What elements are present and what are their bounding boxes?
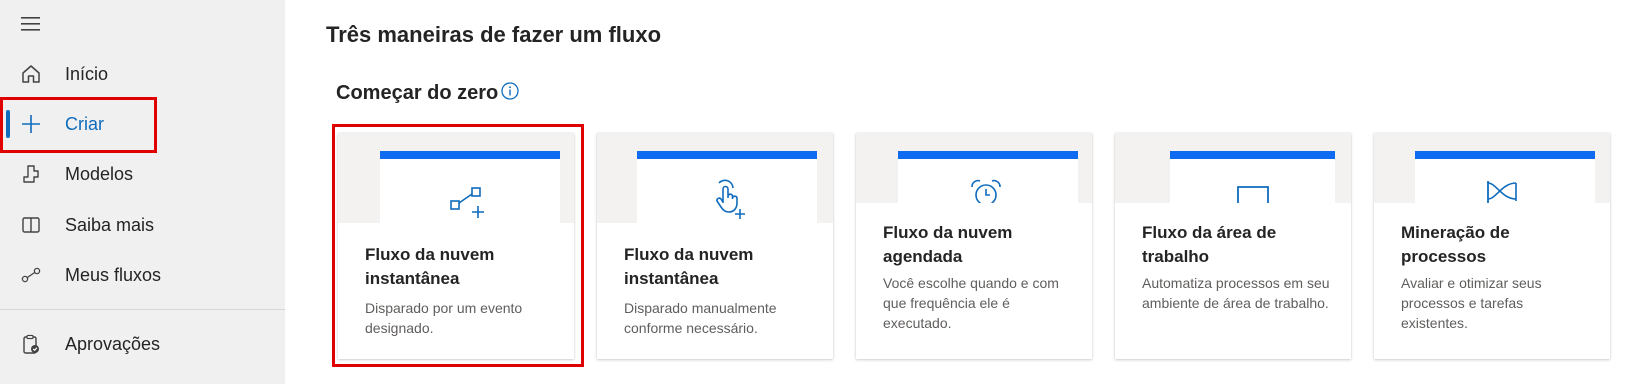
sidebar-item-inicio[interactable]: Início	[0, 52, 285, 96]
section-title: Começar do zero	[336, 82, 499, 104]
sidebar-item-label: Meus fluxos	[65, 264, 162, 285]
card-hero	[338, 133, 574, 351]
home-icon	[20, 63, 42, 85]
card-hero	[856, 133, 1092, 351]
process-mining-icon	[1484, 179, 1520, 203]
highlight-box	[0, 97, 157, 153]
card-description: Você escolhe quando e com que frequência…	[883, 275, 1059, 331]
sidebar-item-label: Início	[65, 63, 109, 84]
sidebar-item-modelos[interactable]: Modelos	[0, 152, 285, 196]
card-title: Fluxo da nuvem instantânea	[365, 245, 495, 288]
card-hero	[1115, 133, 1351, 351]
card-description: Disparado por um evento designado.	[365, 300, 523, 336]
templates-icon	[20, 163, 42, 185]
approvals-icon	[20, 333, 42, 355]
card-description: Disparado manualmente conforme necessári…	[624, 300, 777, 336]
alarm-clock-icon	[968, 179, 1004, 203]
card-title: Fluxo da área de trabalho	[1142, 223, 1277, 266]
sidebar: Início Criar Modelos Saiba mais Meus flu…	[0, 0, 285, 384]
page-title: Três maneiras de fazer um fluxo	[326, 22, 662, 47]
book-icon	[20, 214, 42, 236]
info-icon[interactable]	[500, 81, 520, 101]
hamburger-menu-icon[interactable]	[20, 14, 44, 34]
card-scheduled-cloud-flow[interactable]: Fluxo da nuvem agendada Você escolhe qua…	[856, 133, 1092, 359]
sidebar-item-meus-fluxos[interactable]: Meus fluxos	[0, 253, 285, 297]
flows-icon	[20, 264, 42, 286]
desktop-icon	[1236, 185, 1270, 203]
sidebar-item-saiba-mais[interactable]: Saiba mais	[0, 203, 285, 247]
card-instant-cloud-flow-manual[interactable]: Fluxo da nuvem instantânea Disparado man…	[597, 133, 833, 359]
card-hero	[597, 133, 833, 351]
sidebar-item-aprovacoes[interactable]: Aprovações	[0, 322, 285, 366]
card-desktop-flow[interactable]: Fluxo da área de trabalho Automatiza pro…	[1115, 133, 1351, 359]
card-title: Mineração de processos	[1401, 223, 1510, 266]
sidebar-item-label: Modelos	[65, 163, 134, 184]
touch-hand-icon	[707, 179, 747, 219]
card-hero	[1374, 133, 1610, 351]
card-title: Fluxo da nuvem agendada	[883, 223, 1013, 266]
card-instant-cloud-flow-event[interactable]: Fluxo da nuvem instantânea Disparado por…	[338, 133, 574, 359]
card-process-mining[interactable]: Mineração de processos Avaliar e otimiza…	[1374, 133, 1610, 359]
card-description: Avaliar e otimizar seus processos e tare…	[1401, 275, 1542, 331]
card-title: Fluxo da nuvem instantânea	[624, 245, 754, 288]
sidebar-item-label: Aprovações	[65, 333, 161, 354]
sidebar-item-label: Saiba mais	[65, 214, 155, 235]
flow-connector-icon	[448, 185, 488, 221]
card-description: Automatiza processos em seu ambiente de …	[1142, 275, 1330, 311]
sidebar-divider	[0, 309, 285, 310]
